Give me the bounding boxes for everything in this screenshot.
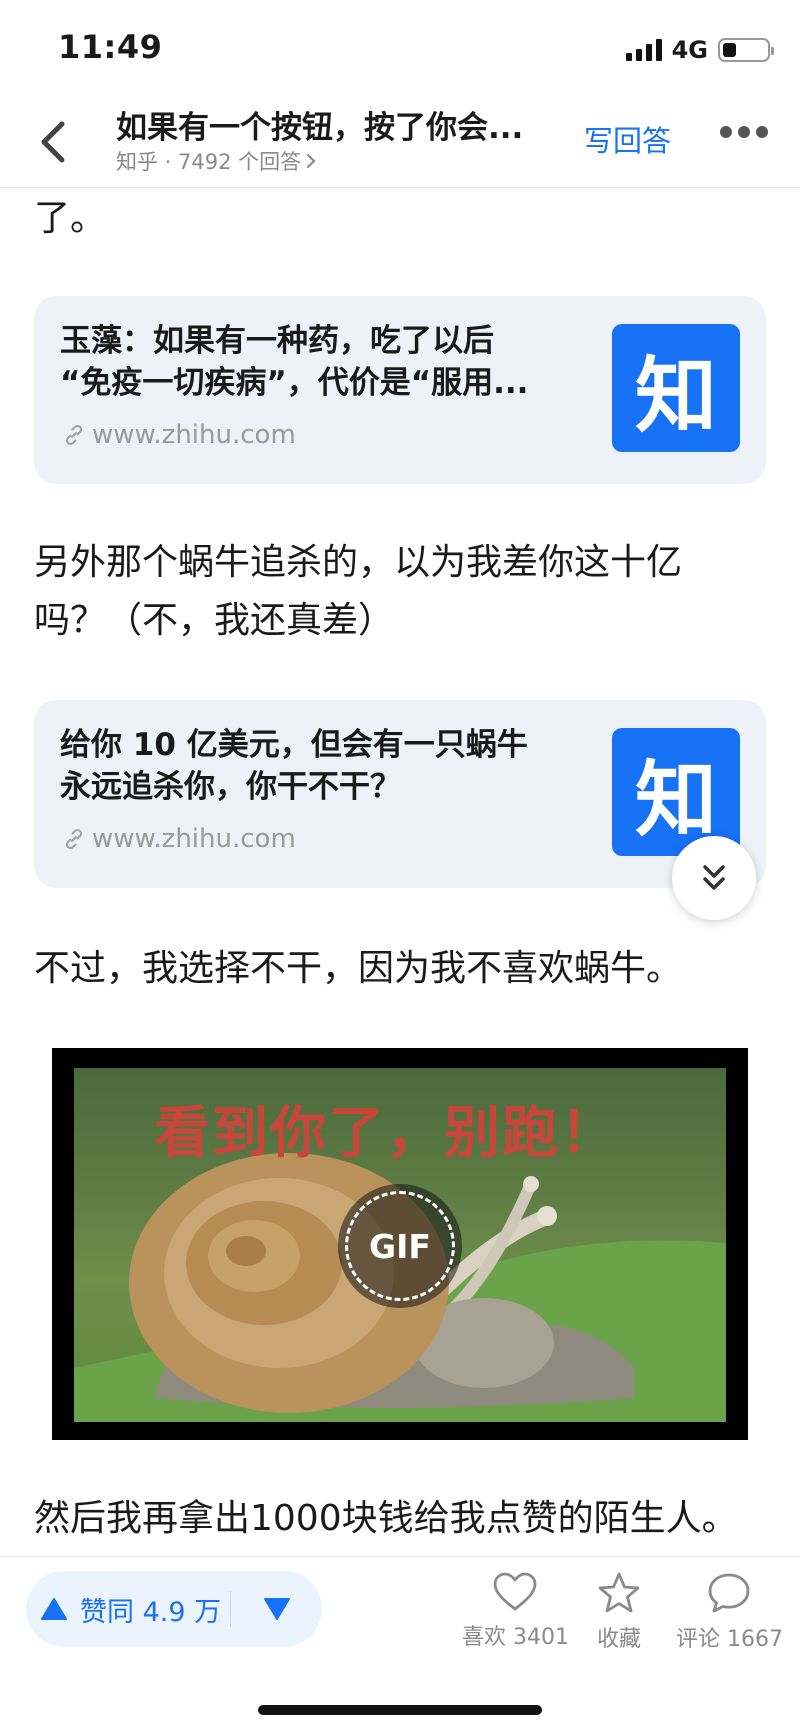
answer-count-label: 知乎 · 7492 个回答 — [116, 150, 302, 174]
heart-icon — [494, 1572, 537, 1611]
link-card-title-line: “免疫一切疾病”，代价是“服用... — [60, 365, 529, 401]
next-answer-button[interactable] — [672, 836, 756, 920]
link-url-text: www.zhihu.com — [92, 420, 296, 450]
battery-level — [723, 43, 736, 57]
link-card-title: 给你 10 亿美元，但会有一只蜗牛 永远追杀你，你干不干？ — [60, 724, 580, 808]
paragraph: 不过，我选择不干，因为我不喜欢蜗牛。 — [34, 948, 683, 989]
link-card-title-line: 给你 10 亿美元，但会有一只蜗牛 — [60, 727, 528, 763]
link-card-title-line: 永远追杀你，你干不干？ — [60, 769, 401, 805]
vote-control: 赞同 4.9 万 — [26, 1571, 322, 1647]
link-card-url: www.zhihu.com — [62, 824, 296, 854]
link-icon — [65, 424, 83, 446]
paragraph: 然后我再拿出1000块钱给我点赞的陌生人。 — [34, 1498, 738, 1539]
like-label: 喜欢 3401 — [462, 1625, 569, 1650]
home-indicator[interactable] — [258, 1705, 542, 1715]
battery-icon — [718, 38, 774, 62]
status-icons: 4G — [625, 36, 774, 64]
back-chevron-icon — [41, 121, 65, 163]
comment-bubble-icon — [709, 1573, 750, 1613]
question-subtitle[interactable]: 知乎 · 7492 个回答 — [116, 146, 317, 176]
gif-badge-label: GIF — [369, 1226, 431, 1266]
collect-button[interactable]: 收藏 — [596, 1571, 642, 1653]
more-dots-icon[interactable] — [720, 126, 768, 138]
paragraph-line: 吗？（不，我还真差） — [34, 600, 395, 641]
zhihu-logo-icon: 知 — [612, 324, 740, 452]
comment-label: 评论 1667 — [676, 1627, 783, 1652]
signal-icon — [625, 39, 662, 61]
link-card-title: 玉藻：如果有一种药，吃了以后 “免疫一切疾病”，代价是“服用... — [60, 320, 580, 404]
link-icon — [65, 828, 83, 850]
write-answer-button[interactable]: 写回答 — [584, 118, 671, 160]
star-icon — [598, 1572, 640, 1613]
question-title[interactable]: 如果有一个按钮，按了你会... — [116, 102, 546, 147]
upvote-label: 赞同 4.9 万 — [80, 1596, 222, 1628]
network-label: 4G — [671, 36, 708, 64]
gif-caption: 看到你了，别跑！ — [154, 1101, 618, 1166]
status-time: 11:49 — [58, 28, 163, 66]
downvote-triangle-icon — [263, 1598, 290, 1620]
link-url-text: www.zhihu.com — [92, 824, 296, 854]
upvote-triangle-icon — [41, 1598, 67, 1620]
link-card[interactable]: 给你 10 亿美元，但会有一只蜗牛 永远追杀你，你干不干？ www.zhihu.… — [34, 700, 766, 888]
upvote-button[interactable]: 赞同 4.9 万 — [26, 1571, 230, 1647]
back-button[interactable] — [30, 114, 74, 170]
status-bar: 11:49 4G — [0, 0, 800, 96]
gif-play-badge[interactable]: GIF — [338, 1184, 462, 1308]
paragraph-line: 另外那个蜗牛追杀的，以为我差你这十亿 — [34, 542, 683, 583]
paragraph: 了。 — [34, 198, 107, 239]
chevron-right-icon — [307, 153, 316, 169]
link-card[interactable]: 玉藻：如果有一种药，吃了以后 “免疫一切疾病”，代价是“服用... www.zh… — [34, 296, 766, 484]
collect-label: 收藏 — [596, 1627, 641, 1652]
link-card-url: www.zhihu.com — [62, 420, 296, 450]
question-header: 如果有一个按钮，按了你会... 知乎 · 7492 个回答 写回答 — [0, 96, 800, 188]
comment-button[interactable]: 评论 1667 — [676, 1571, 783, 1653]
double-chevron-down-icon — [703, 865, 725, 890]
downvote-button[interactable] — [231, 1571, 322, 1647]
like-button[interactable]: 喜欢 3401 — [462, 1571, 569, 1651]
paragraph: 另外那个蜗牛追杀的，以为我差你这十亿 吗？（不，我还真差） — [0, 534, 800, 650]
link-card-title-line: 玉藻：如果有一种药，吃了以后 — [60, 323, 494, 359]
bottom-action-bar: 赞同 4.9 万 喜欢 3401 收藏 评论 1667 — [0, 1556, 800, 1732]
